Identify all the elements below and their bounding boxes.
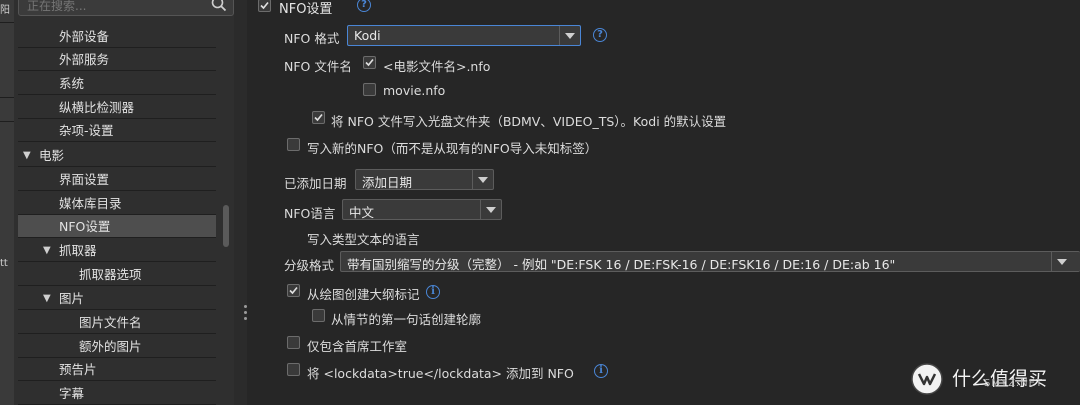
chevron-down-icon[interactable]: [472, 170, 493, 189]
sidebar-item-label: 抓取器: [59, 243, 97, 258]
sidebar-item-movies[interactable]: ▼ 电影: [18, 144, 216, 167]
write-new-nfo-checkbox[interactable]: [287, 138, 300, 151]
sidebar-item-label: 纵横比检测器: [59, 100, 135, 115]
sidebar-item-label: 媒体库目录: [59, 196, 122, 211]
info-icon[interactable]: i: [594, 364, 608, 378]
sidebar-item-label: 图片: [59, 291, 85, 306]
check-icon: [365, 58, 374, 67]
add-lockdata-checkbox[interactable]: [287, 363, 300, 376]
nfo-format-value: Kodi: [354, 28, 381, 43]
sidebar-item-label: 电影: [39, 148, 65, 163]
nfo-format-select[interactable]: Kodi: [347, 25, 581, 46]
sidebar-item-external-devices[interactable]: 外部设备: [18, 25, 216, 48]
sidebar-item-scraper[interactable]: ▼ 抓取器: [18, 239, 216, 262]
outline-from-plot-checkbox[interactable]: [287, 284, 300, 297]
sidebar-item-label: 外部设备: [59, 29, 110, 44]
first-studio-only-text: 仅包含首席工作室: [307, 339, 408, 354]
sidebar-item-label: 抓取器选项: [79, 267, 142, 282]
sidebar-item-scraper-options[interactable]: 抓取器选项: [18, 263, 216, 286]
sidebar-item-label: NFO设置: [59, 219, 111, 234]
add-lockdata-text: 将 <lockdata>true</lockdata> 添加到 NFO: [307, 366, 574, 381]
sidebar-item-subtitles[interactable]: 字幕: [18, 382, 216, 405]
sidebar-item-label: 字幕: [59, 386, 85, 401]
language-hint-text: 写入类型文本的语言: [307, 232, 420, 247]
expand-toggle-icon[interactable]: ▼: [23, 144, 31, 167]
sidebar-item-ui-settings[interactable]: 界面设置: [18, 168, 216, 191]
sidebar-item-image-filenames[interactable]: 图片文件名: [18, 311, 216, 334]
sidebar-item-extra-images[interactable]: 额外的图片: [18, 335, 216, 358]
section-title: NFO设置: [279, 2, 333, 17]
search-icon[interactable]: [211, 0, 227, 12]
sidebar-item-label: 界面设置: [59, 172, 110, 187]
nfo-format-label: NFO 格式: [284, 31, 340, 46]
sidebar-item-label: 预告片: [59, 362, 97, 377]
sidebar-item-label: 杂项-设置: [59, 123, 114, 138]
search-input[interactable]: [25, 0, 209, 15]
nfo-filename-movienfo-checkbox[interactable]: [363, 83, 376, 96]
search-box[interactable]: [18, 0, 234, 16]
nfo-filename-movie-text: <电影文件名>.nfo: [383, 59, 491, 74]
expand-toggle-icon[interactable]: ▼: [43, 287, 51, 310]
panel-splitter[interactable]: [234, 0, 247, 405]
sidebar-item-library-folders[interactable]: 媒体库目录: [18, 192, 216, 215]
watermark-badge-icon: [911, 363, 943, 395]
rating-format-select[interactable]: 带有国别缩写的分级（完整） - 例如 "DE:FSK 16 / DE:FSK-1…: [340, 251, 1080, 272]
sidebar-item-images[interactable]: ▼ 图片: [18, 287, 216, 310]
sidebar-scrollbar[interactable]: [223, 205, 229, 247]
nfo-language-label: NFO语言: [284, 206, 336, 221]
rating-format-label: 分级格式: [284, 258, 335, 273]
sidebar-item-trailers[interactable]: 预告片: [18, 358, 216, 381]
edge-text-fragment: tt: [0, 258, 8, 269]
nfo-language-select[interactable]: 中文: [342, 199, 502, 220]
sidebar-item-external-services[interactable]: 外部服务: [18, 48, 216, 71]
window-edge-strip: 阳 tt: [0, 0, 15, 405]
watermark-logo: 什么值得买 SMYZ.NET: [906, 360, 1080, 400]
nfo-filename-movie-checkbox[interactable]: [363, 56, 376, 69]
sidebar-item-misc-settings[interactable]: 杂项-设置: [18, 119, 216, 142]
sidebar-item-label: 图片文件名: [79, 315, 142, 330]
expand-toggle-icon[interactable]: ▼: [43, 239, 51, 262]
edge-text-fragment: 阳: [0, 5, 10, 16]
sidebar-item-system[interactable]: 系统: [18, 72, 216, 95]
nfo-filename-movienfo-text: movie.nfo: [383, 83, 446, 98]
outline-first-sentence-checkbox[interactable]: [312, 309, 325, 322]
chevron-down-icon[interactable]: [1051, 252, 1072, 271]
chevron-down-icon[interactable]: [559, 26, 580, 45]
first-studio-only-checkbox[interactable]: [287, 336, 300, 349]
date-added-select[interactable]: 添加日期: [355, 169, 494, 190]
sidebar-item-label: 额外的图片: [79, 339, 142, 354]
check-icon: [314, 113, 323, 122]
date-added-value: 添加日期: [362, 175, 413, 190]
section-collapse-checkbox[interactable]: [258, 0, 271, 12]
watermark-subtext: SMYZ.NET: [984, 378, 1044, 389]
sidebar-item-aspect-ratio-detector[interactable]: 纵横比检测器: [18, 96, 216, 119]
sidebar-item-label: 系统: [59, 76, 85, 91]
check-icon: [289, 286, 298, 295]
disc-folder-nfo-text: 将 NFO 文件写入光盘文件夹（BDMV、VIDEO_TS）。Kodi 的默认设…: [331, 114, 727, 129]
check-icon: [260, 1, 269, 10]
chevron-down-icon[interactable]: [480, 200, 501, 219]
help-icon[interactable]: ?: [593, 28, 607, 42]
outline-from-plot-text: 从绘图创建大纲标记: [307, 287, 420, 302]
info-icon[interactable]: i: [426, 285, 440, 299]
outline-first-sentence-text: 从情节的第一句话创建轮廓: [331, 312, 482, 327]
nfo-filename-label: NFO 文件名: [284, 59, 352, 74]
nfo-language-value: 中文: [349, 205, 375, 220]
disc-folder-nfo-checkbox[interactable]: [312, 111, 325, 124]
write-new-nfo-text: 写入新的NFO（而不是从现有的NFO导入未知标签）: [307, 141, 598, 156]
date-added-label: 已添加日期: [284, 176, 347, 191]
sidebar-item-label: 外部服务: [59, 52, 110, 67]
sidebar-item-nfo-settings[interactable]: NFO设置: [18, 215, 216, 238]
rating-format-value: 带有国别缩写的分级（完整） - 例如 "DE:FSK 16 / DE:FSK-1…: [347, 257, 896, 272]
